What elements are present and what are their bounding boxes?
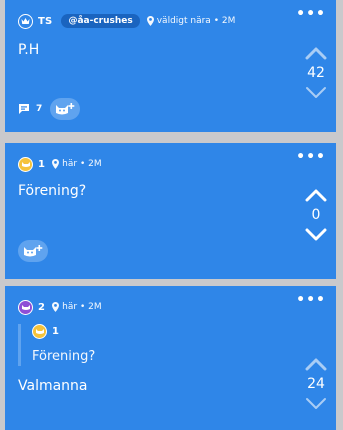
vote-controls: 42 (304, 46, 328, 100)
more-options-button[interactable]: ••• (296, 7, 326, 21)
user-name: TS (38, 15, 53, 27)
more-options-button[interactable]: ••• (296, 293, 326, 307)
location-label: här • 2M (52, 302, 102, 312)
crown-avatar-icon[interactable] (18, 13, 33, 29)
upvote-chevron-icon[interactable] (305, 357, 327, 371)
channel-chip[interactable]: @åa-crushes (61, 14, 140, 28)
cat-plus-icon (56, 103, 75, 115)
vote-controls: 24 (304, 357, 328, 411)
quote-avatar-icon (32, 324, 47, 339)
vote-count: 24 (307, 376, 325, 392)
post-card[interactable]: 1 här • 2M ••• Förening? 0 (5, 143, 336, 279)
location-pin-icon (52, 159, 60, 169)
post-text: Förening? (18, 183, 87, 199)
quote-text: Förening? (32, 349, 96, 364)
location-text: väldigt nära • 2M (156, 16, 236, 26)
post-header: TS @åa-crushes väldigt nära • 2M (18, 13, 235, 29)
user-name: 2 (38, 301, 46, 313)
location-text: här • 2M (62, 302, 102, 312)
post-header: 2 här • 2M (18, 299, 102, 315)
vote-count: 42 (307, 65, 325, 81)
upvote-chevron-icon[interactable] (305, 188, 327, 202)
user-name: 1 (38, 158, 46, 170)
location-label: väldigt nära • 2M (146, 16, 236, 26)
post-footer (18, 240, 48, 262)
downvote-chevron-icon[interactable] (305, 397, 327, 411)
post-text: P.H (18, 42, 40, 58)
comment-button[interactable]: 7 (18, 103, 42, 115)
quoted-reply[interactable]: 1 Förening? (18, 324, 95, 366)
quote-user-name: 1 (52, 326, 60, 337)
comment-count: 7 (36, 104, 43, 114)
vote-controls: 0 (304, 188, 328, 242)
post-text: Valmanna (18, 378, 88, 394)
more-options-button[interactable]: ••• (296, 150, 326, 164)
add-reaction-button[interactable] (50, 98, 81, 120)
location-pin-icon (146, 16, 154, 26)
location-pin-icon (52, 302, 60, 312)
quote-header: 1 (32, 324, 95, 339)
cat-plus-icon (24, 245, 43, 257)
location-text: här • 2M (62, 159, 102, 169)
vote-count: 0 (311, 207, 321, 223)
user-avatar-icon[interactable] (18, 299, 33, 315)
upvote-chevron-icon[interactable] (305, 46, 327, 60)
post-card[interactable]: 2 här • 2M ••• 1 Förening? Valmanna 24 (5, 286, 336, 430)
post-footer: 7 (18, 98, 81, 120)
comment-icon (19, 104, 29, 114)
post-card[interactable]: TS @åa-crushes väldigt nära • 2M ••• P.H… (5, 0, 336, 132)
downvote-chevron-icon[interactable] (305, 228, 327, 242)
user-avatar-icon[interactable] (18, 156, 33, 172)
downvote-chevron-icon[interactable] (305, 86, 327, 100)
add-reaction-button[interactable] (18, 240, 48, 262)
location-label: här • 2M (52, 159, 102, 169)
post-header: 1 här • 2M (18, 156, 102, 172)
